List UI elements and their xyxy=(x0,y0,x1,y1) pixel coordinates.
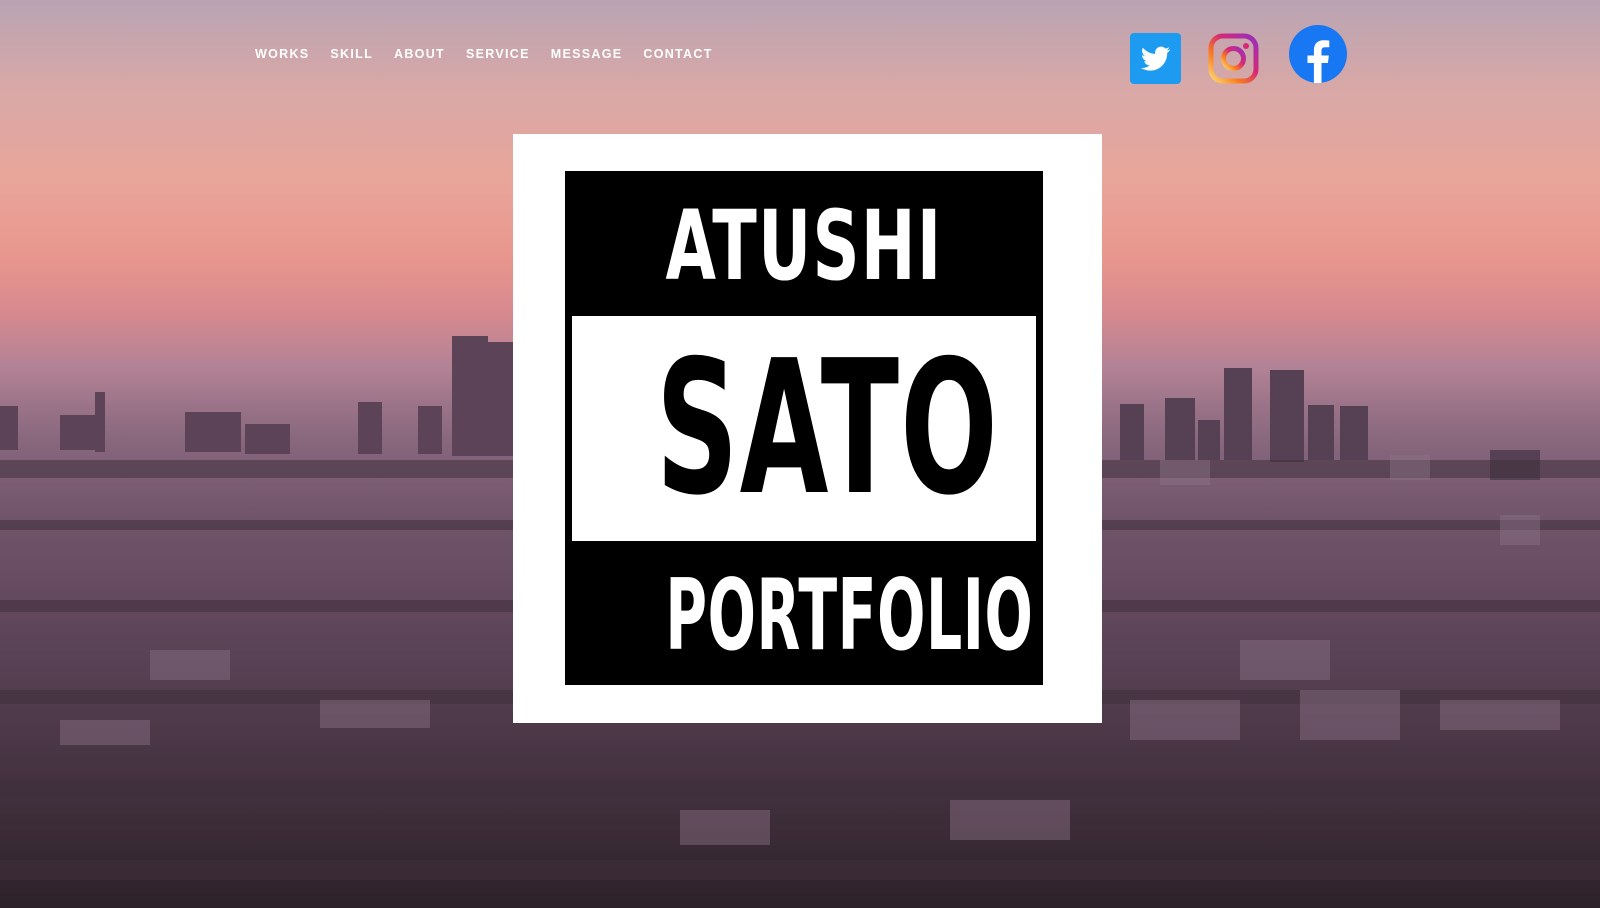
nav-item-contact[interactable]: CONTACT xyxy=(643,46,712,62)
twitter-icon[interactable] xyxy=(1130,33,1181,84)
portfolio-logo: ATUSHI SATO PORTFOLIO xyxy=(513,134,1102,723)
nav-item-works[interactable]: WORKS xyxy=(255,46,309,62)
facebook-icon[interactable] xyxy=(1289,25,1347,83)
nav-item-message[interactable]: MESSAGE xyxy=(551,46,623,62)
instagram-icon[interactable] xyxy=(1208,33,1259,84)
main-nav: WORKS SKILL ABOUT SERVICE MESSAGE CONTAC… xyxy=(255,46,734,62)
nav-item-skill[interactable]: SKILL xyxy=(330,46,373,62)
nav-item-service[interactable]: SERVICE xyxy=(466,46,530,62)
social-links xyxy=(1130,25,1350,85)
logo-line-last-name: SATO xyxy=(655,320,999,536)
logo-line-first-name: ATUSHI xyxy=(665,190,943,302)
logo-line-portfolio: PORTFOLIO xyxy=(665,559,1034,673)
logo-frame: ATUSHI SATO PORTFOLIO xyxy=(565,171,1043,685)
nav-item-about[interactable]: ABOUT xyxy=(394,46,445,62)
hero-section: WORKS SKILL ABOUT SERVICE MESSAGE CONTAC… xyxy=(0,0,1600,908)
